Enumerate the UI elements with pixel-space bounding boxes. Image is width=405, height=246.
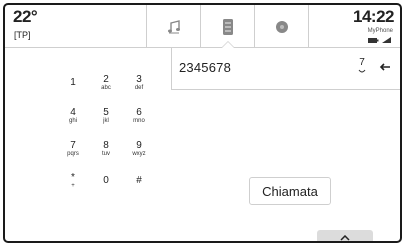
battery-signal-icon bbox=[368, 37, 391, 43]
key-8[interactable]: 8 tuv bbox=[90, 138, 122, 160]
temperature: 22° bbox=[13, 7, 38, 26]
status-bar: 22° [TP] 14:22 MyPhone bbox=[5, 5, 400, 49]
key-digit: 8 bbox=[103, 139, 109, 151]
key-digit: 9 bbox=[136, 139, 142, 151]
key-1[interactable]: 1 bbox=[57, 72, 89, 94]
redial-digit: 7 bbox=[359, 57, 365, 68]
tab-audio[interactable] bbox=[147, 5, 200, 48]
backspace-icon[interactable] bbox=[379, 62, 391, 72]
key-6[interactable]: 6 mno bbox=[123, 105, 155, 127]
key-letters: mno bbox=[133, 117, 145, 124]
key-letters: jkl bbox=[103, 117, 109, 124]
tab-phone[interactable] bbox=[201, 5, 254, 49]
phone-icon bbox=[222, 18, 233, 35]
key-star[interactable]: * + bbox=[57, 170, 89, 192]
key-letters: abc bbox=[101, 84, 111, 91]
phone-name: MyPhone bbox=[367, 28, 393, 34]
key-letters: pqrs bbox=[67, 150, 79, 157]
key-digit: 3 bbox=[136, 73, 142, 85]
key-letters: tuv bbox=[101, 150, 110, 157]
infotainment-screen: 22° [TP] 14:22 MyPhone 2345678 7 1 2 abc… bbox=[3, 3, 402, 243]
expand-tab[interactable] bbox=[317, 230, 373, 241]
radio-label: [TP] bbox=[14, 30, 31, 40]
number-display: 2345678 7 bbox=[171, 48, 400, 90]
key-digit: 5 bbox=[103, 106, 109, 118]
key-5[interactable]: 5 jkl bbox=[90, 105, 122, 127]
key-2[interactable]: 2 abc bbox=[90, 72, 122, 94]
key-digit: 0 bbox=[103, 175, 109, 186]
key-digit: * bbox=[71, 171, 75, 183]
redial-key[interactable]: 7 bbox=[358, 58, 366, 76]
key-digit: 4 bbox=[70, 106, 76, 118]
key-letters: ghi bbox=[68, 117, 77, 124]
tab-navigation[interactable] bbox=[255, 5, 308, 48]
key-0[interactable]: 0 bbox=[90, 170, 122, 192]
key-letters: + bbox=[71, 182, 75, 189]
key-digit: 7 bbox=[70, 139, 76, 151]
key-3[interactable]: 3 def bbox=[123, 72, 155, 94]
key-letters: wxyz bbox=[132, 150, 146, 157]
music-note-icon bbox=[167, 19, 180, 33]
key-letters: def bbox=[134, 84, 144, 91]
navigation-icon bbox=[275, 20, 288, 33]
call-button[interactable]: Chiamata bbox=[249, 177, 331, 205]
key-4[interactable]: 4 ghi bbox=[57, 105, 89, 127]
clock: 14:22 bbox=[353, 7, 394, 26]
dialed-number: 2345678 bbox=[179, 60, 232, 75]
key-7[interactable]: 7 pqrs bbox=[57, 138, 89, 160]
chevron-up-icon bbox=[340, 234, 350, 241]
key-digit: 1 bbox=[70, 77, 76, 88]
key-9[interactable]: 9 wxyz bbox=[123, 138, 155, 160]
key-hash[interactable]: # bbox=[123, 170, 155, 192]
key-digit: 2 bbox=[103, 73, 109, 85]
phone-small-icon bbox=[358, 69, 366, 73]
tab-divider bbox=[308, 5, 309, 48]
key-digit: 6 bbox=[136, 106, 142, 118]
key-digit: # bbox=[136, 175, 142, 186]
